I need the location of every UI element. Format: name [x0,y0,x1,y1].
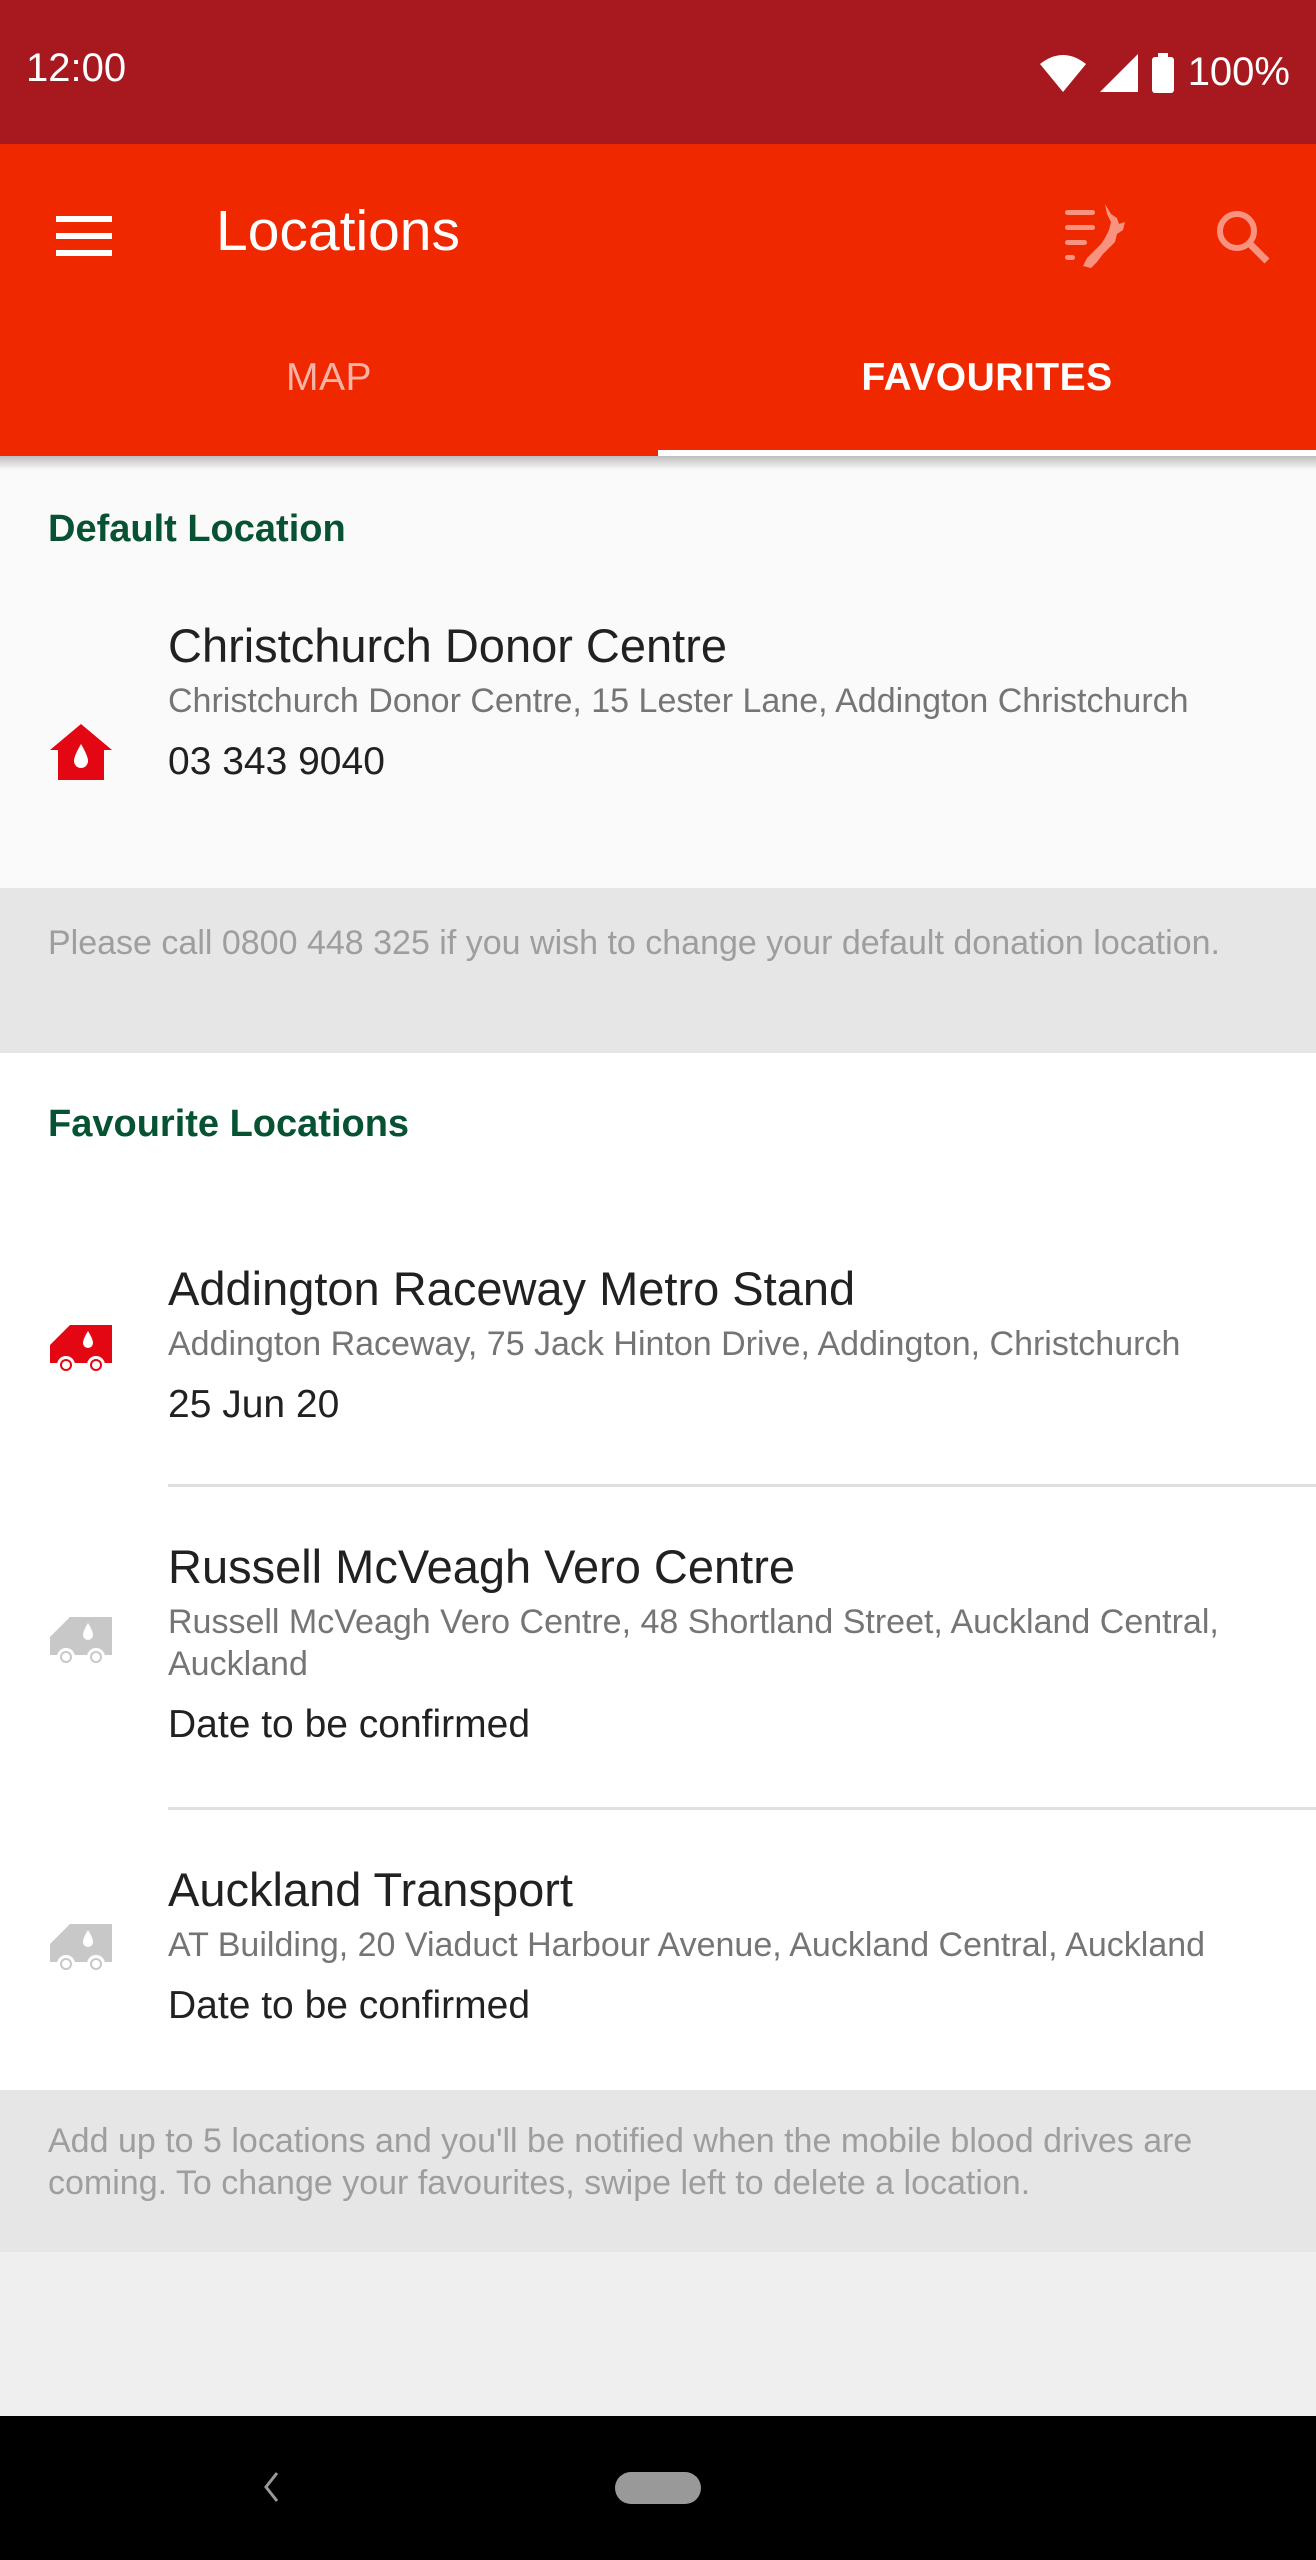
location-address: Christchurch Donor Centre, 15 Lester Lan… [168,682,1189,720]
header-shadow [0,456,1316,470]
location-title: Russell McVeagh Vero Centre [168,1540,795,1593]
mobile-blood-drive-van-icon [50,1325,112,1374]
wifi-icon [1039,54,1086,92]
menu-button[interactable] [40,196,128,276]
location-address: Russell McVeagh Vero Centre, 48 Shortlan… [168,1603,1219,1683]
favourites-content: Default Location Christchurch Donor Cent… [0,456,1316,2252]
tab-bar: MAP FAVOURITES [0,300,1316,456]
location-title: Christchurch Donor Centre [168,619,727,672]
favourite-location-item[interactable]: Auckland Transport AT Building, 20 Viadu… [0,1810,1316,2090]
status-bar: 12:00 100% [0,0,1316,144]
location-phone[interactable]: 03 343 9040 [168,736,1276,788]
location-address: Addington Raceway, 75 Jack Hinton Drive,… [168,1325,1181,1363]
location-date: Date to be confirmed [168,1984,531,2027]
default-location-note: Please call 0800 448 325 if you wish to … [0,888,1316,1053]
app-bar: Locations MAP FAVOURITES [0,144,1316,456]
region-filter-button[interactable] [1050,190,1144,284]
location-date: Date to be confirmed [168,1703,531,1746]
battery-percent: 100% [1187,50,1290,94]
tab-favourites[interactable]: FAVOURITES [658,300,1316,456]
favourite-locations-section: Favourite Locations Addington Raceway Me… [0,1053,1316,2090]
tab-map[interactable]: MAP [0,300,658,456]
location-date: 25 Jun 20 [168,1383,340,1426]
status-time: 12:00 [26,46,127,90]
back-chevron-icon [264,2472,279,2502]
mobile-blood-drive-van-icon [50,1924,112,1973]
mobile-blood-drive-van-icon [50,1617,112,1666]
search-icon [1217,211,1270,264]
default-location-item[interactable]: Christchurch Donor Centre Christchurch D… [0,612,1316,888]
location-title: Addington Raceway Metro Stand [168,1262,856,1315]
home-pill-icon[interactable] [615,2472,701,2504]
status-icons: 100% [1039,50,1290,95]
search-button[interactable] [1196,190,1290,284]
default-location-section: Default Location Christchurch Donor Cent… [0,456,1316,888]
nz-map-list-icon [1065,204,1125,268]
hamburger-menu-icon [56,216,112,256]
favourite-location-item[interactable]: Russell McVeagh Vero Centre Russell McVe… [0,1487,1316,1810]
location-address: AT Building, 20 Viaduct Harbour Avenue, … [168,1926,1206,1964]
back-button[interactable] [246,2462,296,2512]
battery-icon [1151,52,1174,93]
favourite-location-item[interactable]: Addington Raceway Metro Stand Addington … [0,1205,1316,1487]
cell-signal-icon [1099,53,1138,92]
section-header-default: Default Location [48,508,346,550]
section-header-favourites: Favourite Locations [48,1103,410,1145]
system-nav-bar [0,2416,1316,2560]
location-title: Auckland Transport [168,1863,573,1916]
donor-centre-house-icon [50,724,112,780]
favourites-note: Add up to 5 locations and you'll be noti… [0,2090,1316,2252]
page-title: Locations [216,199,461,263]
